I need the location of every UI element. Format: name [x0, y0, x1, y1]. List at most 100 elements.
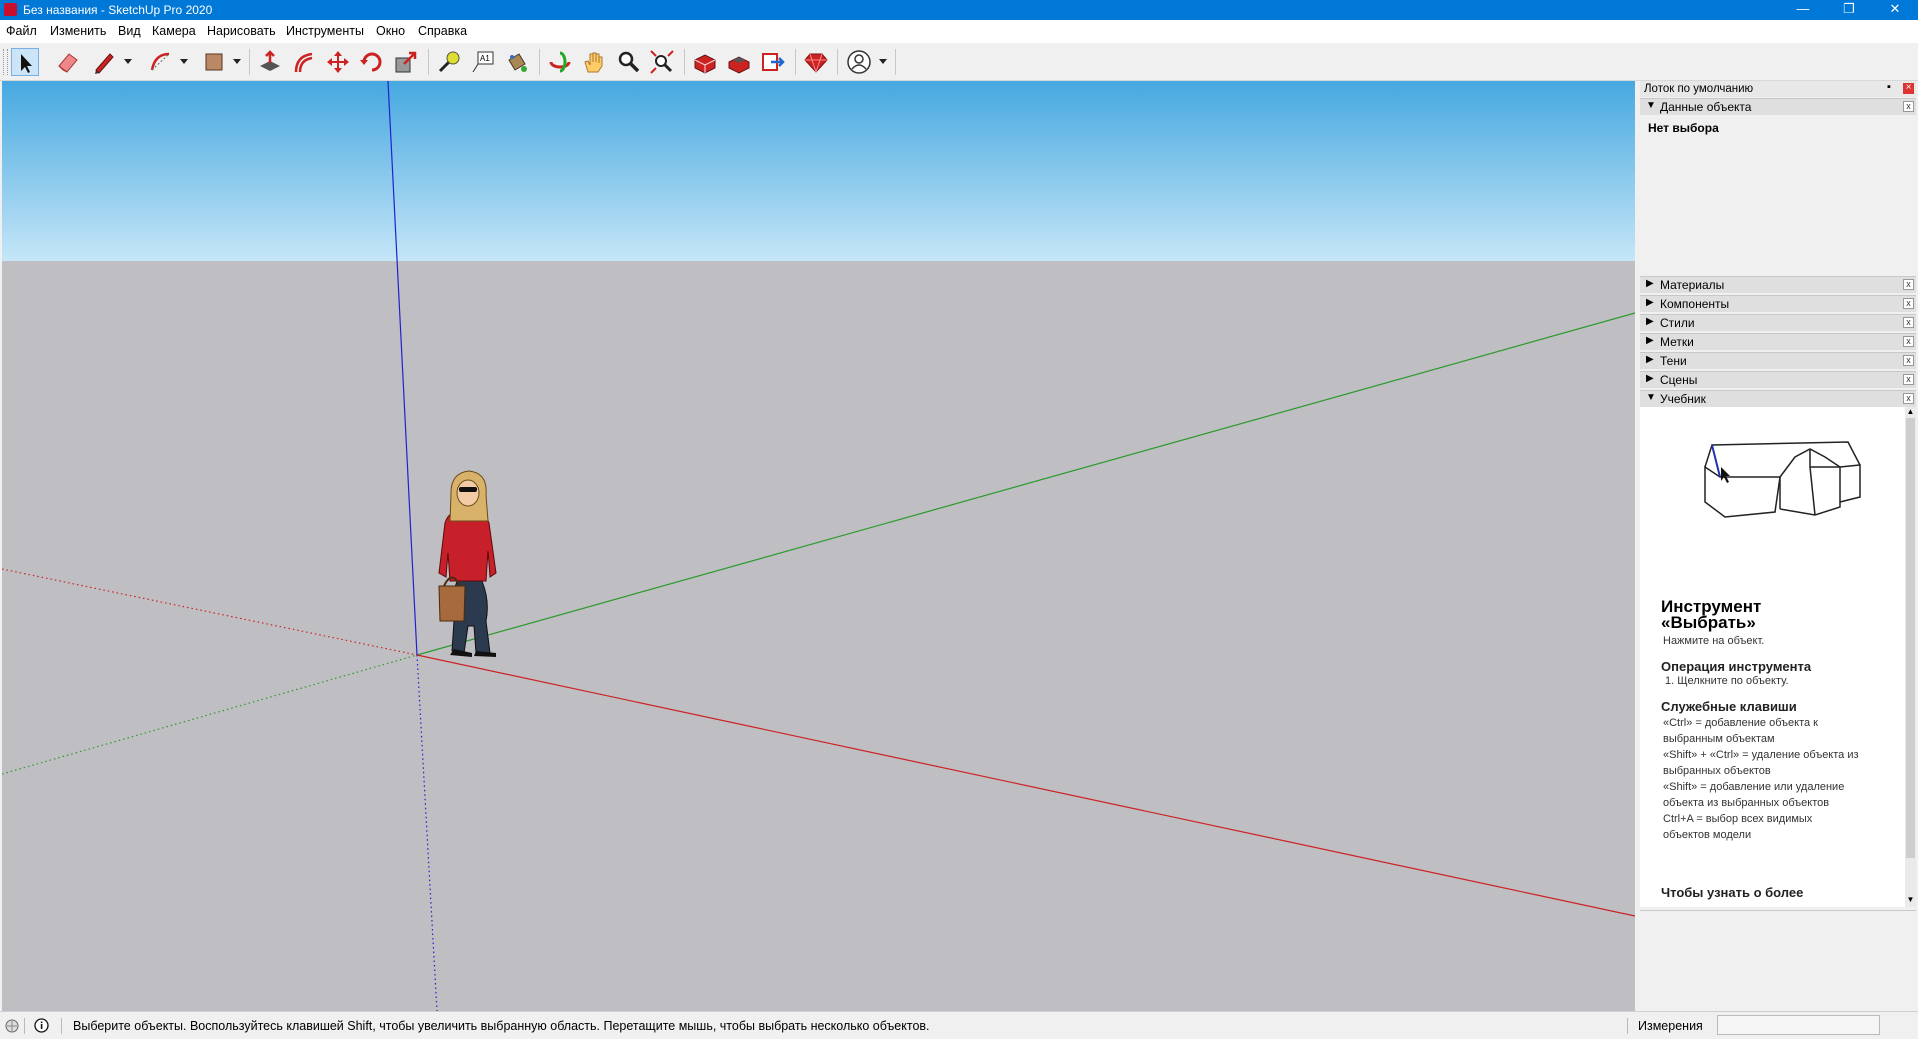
panel-header-materials[interactable]: ▶ Материалы x [1640, 276, 1916, 293]
offset-tool-button[interactable] [290, 48, 318, 76]
menu-view[interactable]: Вид [118, 24, 141, 38]
panel-header-scenes[interactable]: ▶ Сцены x [1640, 371, 1916, 388]
instructor-learn-more[interactable]: Чтобы узнать о более [1661, 885, 1803, 900]
measurements-label: Измерения [1638, 1019, 1703, 1033]
maximize-button[interactable]: ❐ [1826, 0, 1872, 20]
status-separator [24, 1018, 25, 1034]
arc-tool-button[interactable] [147, 48, 175, 76]
panel-label: Учебник [1660, 392, 1706, 406]
scrollbar-thumb[interactable] [1906, 418, 1915, 858]
extension-warehouse-button[interactable] [725, 48, 753, 76]
geo-location-icon[interactable] [5, 1019, 19, 1033]
rotate-tool-button[interactable] [358, 48, 386, 76]
menu-file[interactable]: Файл [6, 24, 37, 38]
account-user-icon [847, 50, 871, 74]
tape-measure-tool-button[interactable] [435, 48, 463, 76]
info-icon[interactable] [34, 1018, 49, 1033]
account-button[interactable] [845, 48, 873, 76]
send-to-layout-button[interactable] [759, 48, 787, 76]
pencil-dropdown-arrow-icon[interactable] [122, 53, 134, 69]
push-pull-tool-button[interactable] [256, 48, 284, 76]
account-dropdown-arrow-icon[interactable] [877, 53, 889, 69]
sketchup-app-icon [4, 3, 17, 16]
zoom-extents-icon [650, 50, 674, 74]
zoom-tool-button[interactable] [614, 48, 642, 76]
move-tool-button[interactable] [324, 48, 352, 76]
collapsed-triangle-icon: ▶ [1646, 373, 1654, 384]
instructor-section-modifier-keys: Служебные клавиши [1661, 699, 1797, 714]
panel-close-icon[interactable]: x [1903, 374, 1914, 385]
scale-tool-button[interactable] [392, 48, 420, 76]
instructor-section-operation: Операция инструмента [1661, 659, 1812, 674]
panel-close-icon[interactable]: x [1903, 393, 1914, 404]
panel-label: Материалы [1660, 278, 1725, 292]
pencil-tool-button[interactable] [90, 48, 118, 76]
instructor-heading: Инструмент «Выбрать» [1661, 597, 1762, 632]
modifier-key-line: «Shift» = добавление или удаление объект… [1663, 781, 1845, 809]
instructor-scrollbar[interactable]: ▲ ▼ [1905, 407, 1916, 907]
eraser-icon [58, 53, 78, 73]
expanded-triangle-icon: ▼ [1646, 392, 1656, 403]
panel-close-icon[interactable]: x [1903, 317, 1914, 328]
panel-header-entity-info[interactable]: ▼ Данные объекта x [1640, 98, 1916, 115]
tape-measure-icon [438, 51, 460, 73]
scene-canvas[interactable] [2, 81, 1635, 1011]
menu-window[interactable]: Окно [376, 24, 405, 38]
status-bar: Выберите объекты. Воспользуйтесь клавише… [0, 1011, 1918, 1039]
tray-divider [1640, 910, 1916, 911]
paint-bucket-tool-button[interactable] [503, 48, 531, 76]
text-label-icon: A1 [472, 51, 494, 73]
panel-label: Компоненты [1660, 297, 1730, 311]
toolbar-grip[interactable] [3, 49, 8, 75]
offset-icon [294, 52, 313, 73]
panel-header-components[interactable]: ▶ Компоненты x [1640, 295, 1916, 312]
menu-edit[interactable]: Изменить [50, 24, 106, 38]
3d-warehouse-button[interactable] [691, 48, 719, 76]
menu-bar: Файл Изменить Вид Камера Нарисовать Инст… [0, 20, 1918, 43]
panel-label: Данные объекта [1660, 100, 1752, 114]
tray-pin-icon[interactable]: ▪ [1887, 81, 1891, 93]
measurements-input[interactable] [1717, 1015, 1880, 1035]
panel-close-icon[interactable]: x [1903, 298, 1914, 309]
expanded-triangle-icon: ▼ [1646, 100, 1656, 111]
scroll-down-arrow-icon[interactable]: ▼ [1905, 895, 1916, 905]
select-tool-button[interactable] [11, 48, 39, 76]
orbit-tool-button[interactable] [546, 48, 574, 76]
panel-header-shadows[interactable]: ▶ Тени x [1640, 352, 1916, 369]
menu-help[interactable]: Справка [418, 24, 467, 38]
panel-close-icon[interactable]: x [1903, 279, 1914, 290]
scroll-up-arrow-icon[interactable]: ▲ [1905, 407, 1916, 417]
main-toolbar: A1 [0, 43, 1918, 81]
panel-header-tags[interactable]: ▶ Метки x [1640, 333, 1916, 350]
panel-header-instructor[interactable]: ▼ Учебник x [1640, 390, 1916, 407]
modifier-key-line: «Shift» + «Ctrl» = удаление объекта из в… [1663, 749, 1859, 777]
panel-close-icon[interactable]: x [1903, 101, 1914, 112]
panel-close-icon[interactable]: x [1903, 336, 1914, 347]
pan-tool-button[interactable] [580, 48, 608, 76]
modifier-key-line: «Ctrl» = добавление объекта к выбранным … [1663, 717, 1818, 745]
extension-warehouse-icon [728, 56, 750, 74]
3d-warehouse-icon [694, 54, 716, 74]
panel-close-icon[interactable]: x [1903, 355, 1914, 366]
title-bar: Без названия - SketchUp Pro 2020 — ❐ ✕ [0, 0, 1918, 20]
ruby-console-button[interactable] [802, 48, 830, 76]
tray-close-button[interactable]: × [1903, 83, 1914, 94]
eraser-tool-button[interactable] [54, 48, 82, 76]
instructor-subtitle: Нажмите на объект. [1663, 635, 1765, 647]
rectangle-tool-button[interactable] [200, 48, 228, 76]
zoom-extents-tool-button[interactable] [648, 48, 676, 76]
close-window-button[interactable]: ✕ [1872, 0, 1918, 20]
panel-header-styles[interactable]: ▶ Стили x [1640, 314, 1916, 331]
status-separator [61, 1018, 62, 1034]
menu-camera[interactable]: Камера [152, 24, 196, 38]
drawing-viewport[interactable] [2, 81, 1635, 1011]
menu-draw[interactable]: Нарисовать [207, 24, 276, 38]
text-tool-button[interactable]: A1 [469, 48, 497, 76]
toolbar-separator [895, 49, 896, 75]
minimize-button[interactable]: — [1780, 0, 1826, 20]
pencil-icon [95, 53, 114, 74]
menu-tools[interactable]: Инструменты [286, 24, 364, 38]
shape-dropdown-arrow-icon[interactable] [231, 53, 243, 69]
arc-dropdown-arrow-icon[interactable] [178, 53, 190, 69]
status-separator [1627, 1018, 1628, 1034]
